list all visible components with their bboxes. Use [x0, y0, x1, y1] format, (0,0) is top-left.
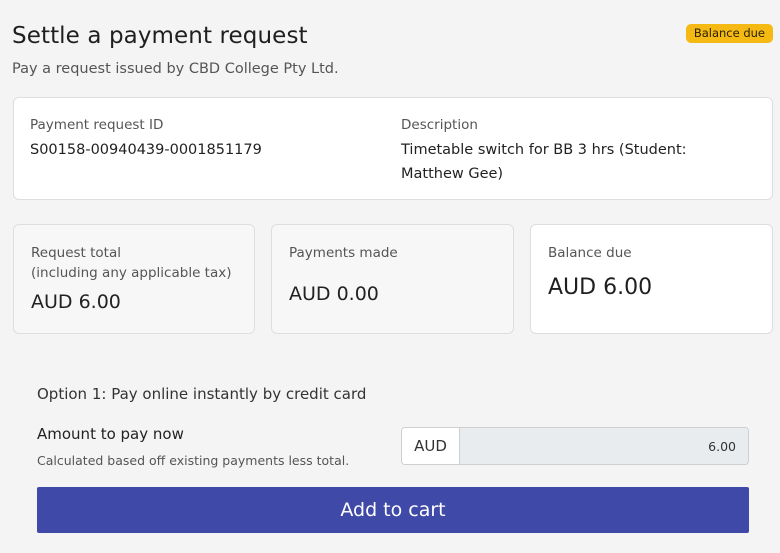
page-subtitle: Pay a request issued by CBD College Pty … — [12, 61, 339, 77]
balance-due-card: Balance due AUD 6.00 — [530, 224, 773, 334]
request-id-value: S00158-00940439-0001851179 — [30, 142, 262, 158]
page-title: Settle a payment request — [12, 23, 308, 49]
payment-option-title: Option 1: Pay online instantly by credit… — [37, 385, 367, 403]
request-id-label: Payment request ID — [30, 117, 164, 133]
payments-made-value: AUD 0.00 — [289, 283, 379, 305]
payments-made-label: Payments made — [289, 245, 398, 261]
description-value: Timetable switch for BB 3 hrs (Student: … — [401, 142, 687, 182]
amount-input[interactable] — [460, 428, 748, 464]
request-total-card: Request total (including any applicable … — [13, 224, 255, 334]
currency-addon: AUD — [402, 428, 460, 464]
request-total-title: Request total — [31, 245, 121, 261]
amount-help-text: Calculated based off existing payments l… — [37, 453, 350, 468]
request-total-label: Request total (including any applicable … — [31, 243, 232, 283]
request-total-tax-note: (including any applicable tax) — [31, 265, 232, 281]
add-to-cart-button[interactable]: Add to cart — [37, 487, 749, 533]
request-total-value: AUD 6.00 — [31, 291, 121, 313]
balance-due-value: AUD 6.00 — [548, 275, 653, 300]
status-badge: Balance due — [685, 24, 773, 43]
balance-due-label: Balance due — [548, 245, 632, 261]
amount-input-group: AUD — [401, 427, 749, 465]
request-details-card: Payment request ID S00158-00940439-00018… — [13, 97, 773, 200]
settle-payment-page: Settle a payment request Pay a request i… — [0, 0, 780, 553]
amount-to-pay-label: Amount to pay now — [37, 425, 184, 443]
description-label: Description — [401, 117, 478, 133]
request-id-section: Payment request ID S00158-00940439-00018… — [30, 117, 262, 162]
payments-made-card: Payments made AUD 0.00 — [271, 224, 514, 334]
description-section: Description Timetable switch for BB 3 hr… — [401, 117, 741, 186]
